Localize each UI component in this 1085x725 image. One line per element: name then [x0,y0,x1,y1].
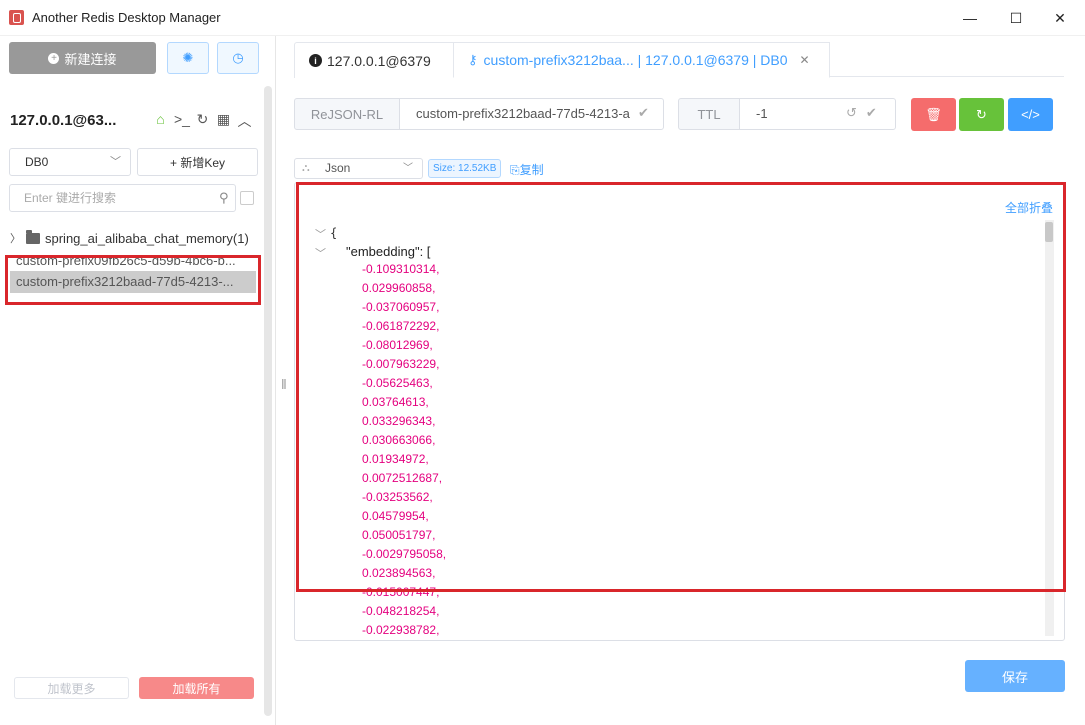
highlight-box-right [296,182,1066,592]
code-view-button[interactable]: </> [1008,98,1053,131]
info-icon: i [309,54,322,67]
search-icon[interactable]: ⚲ [219,190,229,206]
resize-handle[interactable]: ‖ [281,376,287,392]
new-connection-button[interactable]: + 新建连接 [9,42,156,74]
key-type-label: ReJSON-RL [294,98,400,130]
chevron-right-icon: 〉 [10,233,21,245]
code-icon: </> [1021,107,1040,122]
close-tab-icon[interactable]: ✕ [800,53,810,67]
sidebar-scrollbar[interactable] [264,86,272,716]
add-key-button[interactable]: + 新增Key [137,148,258,176]
trash-icon: 🗑 [925,106,942,122]
connection-name[interactable]: 127.0.0.1@63... [10,112,116,129]
folder-count: (1) [232,230,249,246]
history-button[interactable]: ◷ [217,42,259,74]
db-select-value: DB0 [25,155,49,169]
chevron-down-icon: ﹀ [110,156,121,168]
title-bar: Another Redis Desktop Manager — ☐ ✕ [0,0,1085,36]
save-button[interactable]: 保存 [965,660,1065,692]
refresh-icon: ↻ [976,106,987,122]
undo-icon[interactable]: ↺ [846,105,857,121]
confirm-rename-icon[interactable]: ✔ [638,105,649,121]
chevron-up-icon[interactable]: ︿ [237,111,252,131]
tab-bar: i 127.0.0.1@6379 ⚷ custom-prefix3212baa.… [294,42,1064,78]
home-icon[interactable]: ⌂ [153,111,168,131]
view-format-value: Json [325,161,351,175]
json-number-value: -0.048218254, [362,604,440,618]
grid-icon[interactable]: ▦ [216,111,231,131]
key-search-input[interactable]: Enter 键进行搜索 [9,184,236,212]
refresh-key-button[interactable]: ↻ [959,98,1004,131]
chevron-down-icon: ﹀ [403,163,413,174]
tree-icon: ⛬ [302,162,310,174]
delete-key-button[interactable]: 🗑 [911,98,956,131]
exact-match-checkbox[interactable] [240,191,254,205]
highlight-box-left [5,255,261,305]
tab-key-detail[interactable]: ⚷ custom-prefix3212baa... | 127.0.0.1@63… [453,42,830,78]
new-connection-label: 新建连接 [64,51,117,67]
load-more-button[interactable]: 加载更多 [14,677,129,699]
gear-icon: ✺ [182,50,194,65]
minimize-button[interactable]: — [950,5,990,31]
copy-label: 复制 [519,163,544,177]
ttl-label: TTL [678,98,740,130]
maximize-button[interactable]: ☐ [996,5,1036,31]
connection-actions: ⌂ >_ ↻ ▦ ︿ [153,111,252,131]
close-window-button[interactable]: ✕ [1040,5,1080,31]
tab-key-label: custom-prefix3212baa... | 127.0.0.1@6379… [483,52,788,68]
folder-name: spring_ai_alibaba_chat_memory [45,230,233,246]
json-number-value: -0.022938782, [362,623,440,637]
size-badge: Size: 12.52KB [428,159,502,178]
view-format-select[interactable]: ⛬ Json ﹀ [294,158,423,179]
key-name-input[interactable]: custom-prefix3212baad-77d5-4213-a [399,98,664,130]
tab-connection[interactable]: i 127.0.0.1@6379 [294,42,454,78]
window-title: Another Redis Desktop Manager [32,10,221,25]
connection-sidebar: + 新建连接 ✺ ◷ 127.0.0.1@63... ⌂ >_ ↻ ▦ ︿ DB… [0,36,276,725]
key-icon: ⚷ [468,52,478,67]
plus-circle-icon: + [48,52,60,64]
db-select[interactable]: DB0 ﹀ [9,148,131,176]
copy-button[interactable]: ⎘复制 [510,161,544,178]
folder-icon [26,229,40,244]
clock-icon: ◷ [232,50,244,65]
load-all-button[interactable]: 加载所有 [139,677,254,699]
key-folder[interactable]: 〉 spring_ai_alibaba_chat_memory (1) [10,229,249,246]
ttl-actions: ↺ ✔ [846,105,877,121]
app-logo-icon [9,10,24,25]
tab-connection-label: 127.0.0.1@6379 [327,52,431,69]
copy-icon: ⎘ [510,163,520,177]
settings-button[interactable]: ✺ [167,42,209,74]
refresh-icon[interactable]: ↻ [195,111,210,131]
confirm-ttl-icon[interactable]: ✔ [866,105,877,121]
terminal-icon[interactable]: >_ [174,111,190,131]
